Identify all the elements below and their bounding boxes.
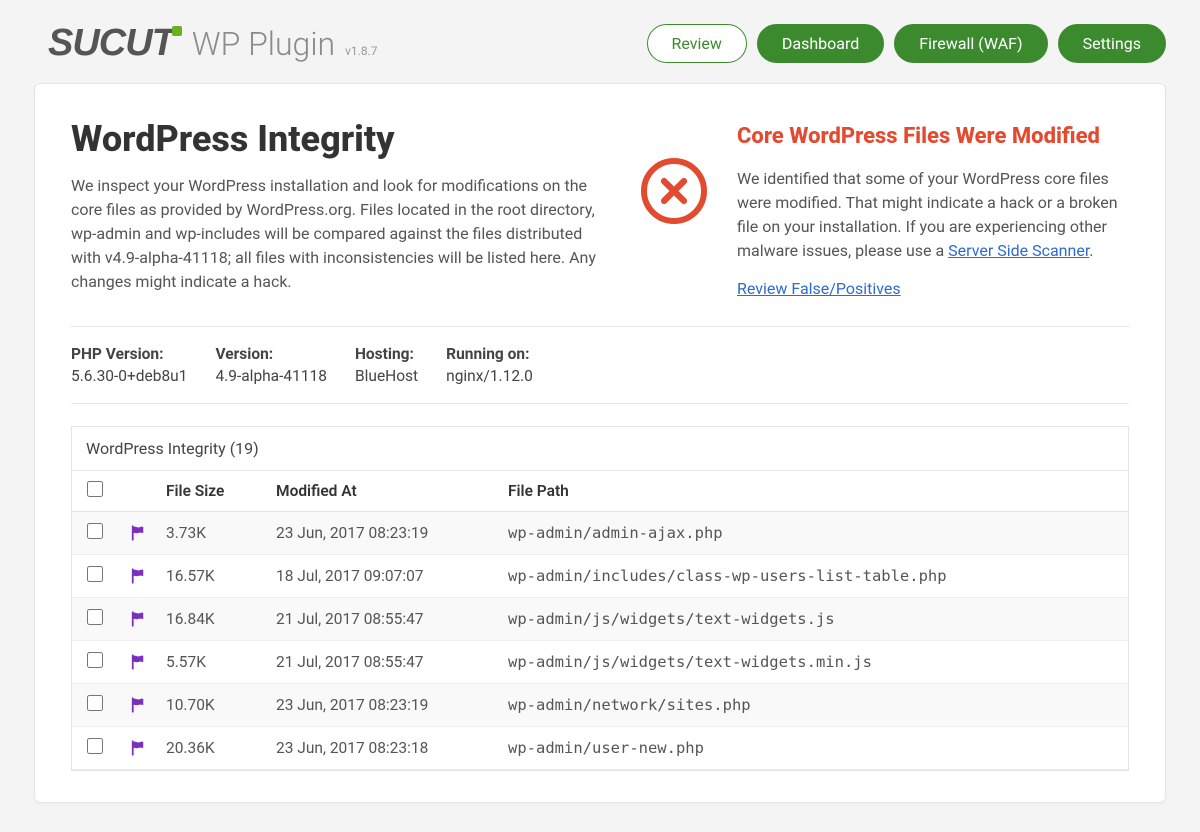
th-modified-at: Modified At	[268, 471, 500, 512]
nav-settings[interactable]: Settings	[1058, 24, 1166, 63]
flag-icon	[126, 739, 150, 757]
flag-icon	[126, 567, 150, 585]
logo-version: v1.8.7	[345, 44, 377, 58]
cell-file-size: 16.84K	[158, 598, 268, 641]
cell-file-size: 16.57K	[158, 555, 268, 598]
nav-review[interactable]: Review	[647, 24, 747, 63]
cell-modified-at: 18 Jul, 2017 09:07:07	[268, 555, 500, 598]
table-row: 16.84K21 Jul, 2017 08:55:47wp-admin/js/w…	[72, 598, 1128, 641]
integrity-table: File Size Modified At File Path 3.73K23 …	[72, 470, 1128, 770]
cell-file-path: wp-admin/admin-ajax.php	[500, 512, 1128, 555]
metric-wp-version: Version: 4.9-alpha-41118	[215, 345, 327, 385]
cell-file-path: wp-admin/js/widgets/text-widgets.min.js	[500, 641, 1128, 684]
flag-icon	[126, 610, 150, 628]
cell-modified-at: 23 Jun, 2017 08:23:19	[268, 684, 500, 727]
status-icon-wrap	[629, 118, 719, 224]
alert-body-suffix: .	[1089, 241, 1093, 260]
row-checkbox[interactable]	[87, 609, 103, 625]
running-on-value: nginx/1.12.0	[446, 367, 533, 385]
section-divider-2	[71, 403, 1129, 404]
logo-subtitle: WP Plugin	[192, 25, 335, 63]
flag-icon	[126, 524, 150, 542]
cell-file-size: 10.70K	[158, 684, 268, 727]
nav-dashboard[interactable]: Dashboard	[757, 24, 884, 63]
cell-file-path: wp-admin/js/widgets/text-widgets.js	[500, 598, 1128, 641]
metric-php-version: PHP Version: 5.6.30-0+deb8u1	[71, 345, 187, 385]
th-file-path: File Path	[500, 471, 1128, 512]
hosting-label: Hosting:	[355, 345, 418, 363]
wp-version-value: 4.9-alpha-41118	[215, 367, 327, 385]
table-row: 10.70K23 Jun, 2017 08:23:19wp-admin/netw…	[72, 684, 1128, 727]
th-file-size: File Size	[158, 471, 268, 512]
cell-modified-at: 23 Jun, 2017 08:23:18	[268, 727, 500, 770]
nav: Review Dashboard Firewall (WAF) Settings	[647, 24, 1167, 63]
hosting-value: BlueHost	[355, 367, 418, 385]
logo-dot-icon	[172, 26, 182, 36]
topbar: SUCUTSUCUTI WP Plugin v1.8.7 Review Dash…	[0, 0, 1200, 83]
flag-icon	[126, 696, 150, 714]
running-on-label: Running on:	[446, 345, 533, 363]
row-checkbox[interactable]	[87, 566, 103, 582]
cell-modified-at: 23 Jun, 2017 08:23:19	[268, 512, 500, 555]
integrity-table-wrap: WordPress Integrity (19) File Size Modif…	[71, 426, 1129, 771]
cell-file-path: wp-admin/user-new.php	[500, 727, 1128, 770]
brand: SUCUTSUCUTI WP Plugin v1.8.7	[48, 22, 377, 65]
cell-file-path: wp-admin/network/sites.php	[500, 684, 1128, 727]
cell-file-path: wp-admin/includes/class-wp-users-list-ta…	[500, 555, 1128, 598]
main-card: WordPress Integrity We inspect your Word…	[34, 83, 1166, 803]
row-checkbox[interactable]	[87, 652, 103, 668]
row-checkbox[interactable]	[87, 523, 103, 539]
lead-paragraph: We inspect your WordPress installation a…	[71, 174, 611, 294]
row-checkbox[interactable]	[87, 738, 103, 754]
review-false-positives-link[interactable]: Review False/Positives	[737, 279, 901, 298]
wp-version-label: Version:	[215, 345, 327, 363]
php-version-value: 5.6.30-0+deb8u1	[71, 367, 187, 385]
metrics: PHP Version: 5.6.30-0+deb8u1 Version: 4.…	[71, 345, 1129, 385]
metric-hosting: Hosting: BlueHost	[355, 345, 418, 385]
table-row: 5.57K21 Jul, 2017 08:55:47wp-admin/js/wi…	[72, 641, 1128, 684]
select-all-checkbox[interactable]	[87, 481, 103, 497]
cell-modified-at: 21 Jul, 2017 08:55:47	[268, 641, 500, 684]
alert-title: Core WordPress Files Were Modified	[737, 124, 1129, 149]
logo-text: SUCUTSUCUTI	[48, 22, 182, 65]
section-divider	[71, 326, 1129, 327]
php-version-label: PHP Version:	[71, 345, 187, 363]
cell-modified-at: 21 Jul, 2017 08:55:47	[268, 598, 500, 641]
alert-body: We identified that some of your WordPres…	[737, 167, 1129, 263]
page-title: WordPress Integrity	[71, 118, 611, 160]
flag-icon	[126, 653, 150, 671]
table-row: 16.57K18 Jul, 2017 09:07:07wp-admin/incl…	[72, 555, 1128, 598]
cell-file-size: 5.57K	[158, 641, 268, 684]
server-side-scanner-link[interactable]: Server Side Scanner	[948, 241, 1089, 260]
row-checkbox[interactable]	[87, 695, 103, 711]
table-row: 3.73K23 Jun, 2017 08:23:19wp-admin/admin…	[72, 512, 1128, 555]
metric-running-on: Running on: nginx/1.12.0	[446, 345, 533, 385]
cell-file-size: 3.73K	[158, 512, 268, 555]
table-row: 20.36K23 Jun, 2017 08:23:18wp-admin/user…	[72, 727, 1128, 770]
integrity-table-title: WordPress Integrity (19)	[72, 427, 1128, 470]
error-circle-icon	[641, 158, 707, 224]
nav-firewall[interactable]: Firewall (WAF)	[894, 24, 1047, 63]
cell-file-size: 20.36K	[158, 727, 268, 770]
